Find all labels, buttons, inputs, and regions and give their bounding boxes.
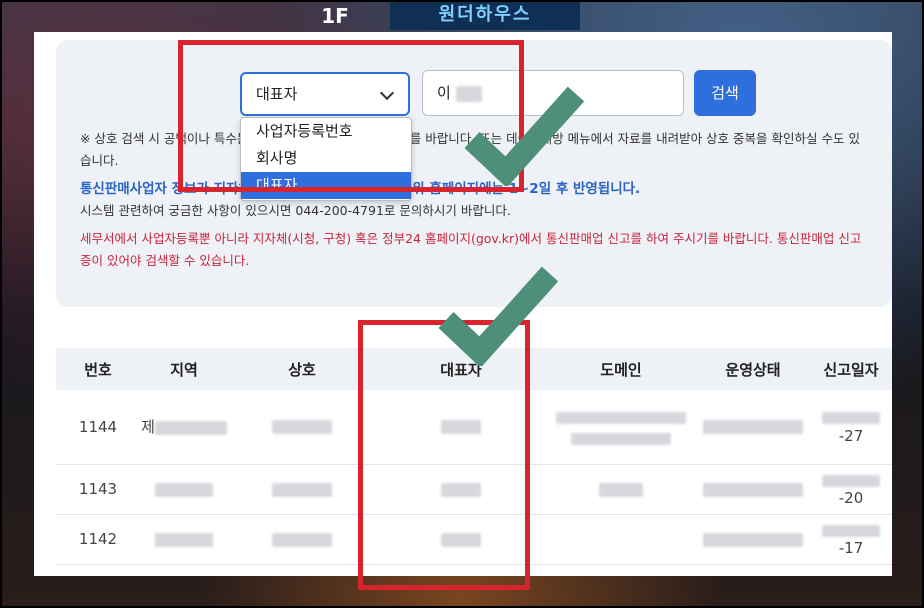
date-suffix: -20 <box>838 489 864 507</box>
header-status: 운영상태 <box>696 348 810 390</box>
redacted-text <box>455 85 482 102</box>
cell-status <box>696 514 810 565</box>
redacted-text <box>571 433 671 445</box>
notice-update-delay: 통신판매사업자 정보가 지자체에 신고·변경·등록하면, 공정위 홈페이지에는 … <box>80 181 641 197</box>
header-region: 지역 <box>140 348 228 390</box>
cell-domain <box>546 514 696 565</box>
browser-screenshot: 대표자 사업자등록번호 회사명 대표자 이 검색 ※ 상호 검색 시 공백이나 … <box>34 32 892 576</box>
redacted-text <box>441 420 481 435</box>
cell-status <box>696 464 810 515</box>
cell-domain <box>546 464 696 515</box>
header-company: 상호 <box>228 348 376 390</box>
cell-representative <box>376 464 546 515</box>
redacted-text <box>155 532 213 547</box>
redacted-text <box>154 420 227 435</box>
cell-date: -20 <box>810 464 892 515</box>
search-type-dropdown: 사업자등록번호 회사명 대표자 <box>240 117 412 201</box>
cell-date: -27 <box>810 390 892 465</box>
cell-number: 1144 <box>56 390 140 465</box>
region-prefix: 제 <box>141 418 155 437</box>
redacted-text <box>441 482 481 497</box>
redacted-text <box>703 482 803 497</box>
cell-company <box>228 390 376 465</box>
chevron-down-icon <box>379 85 395 101</box>
background-sign-floor: 1F <box>321 4 349 28</box>
cell-region: 제 <box>140 390 228 465</box>
results-table: 번호 지역 상호 대표자 도메인 운영상태 신고일자 1144 제 -27 11… <box>56 348 892 565</box>
redacted-text <box>822 412 880 425</box>
cell-number: 1143 <box>56 464 140 515</box>
cell-region <box>140 464 228 515</box>
cell-representative <box>376 390 546 465</box>
header-number: 번호 <box>56 348 140 390</box>
cell-domain <box>546 390 696 465</box>
search-input-value: 이 <box>437 84 451 102</box>
redacted-text <box>556 412 686 424</box>
cell-number: 1142 <box>56 514 140 565</box>
dropdown-option-representative[interactable]: 대표자 <box>241 172 411 199</box>
cell-company <box>228 464 376 515</box>
table-row[interactable]: 1142 -17 <box>56 514 892 565</box>
cell-representative <box>376 514 546 565</box>
redacted-text <box>822 474 880 487</box>
redacted-text <box>272 482 332 497</box>
header-date: 신고일자 <box>810 348 892 390</box>
redacted-text <box>703 420 803 435</box>
dropdown-option-business-number[interactable]: 사업자등록번호 <box>241 118 411 145</box>
redacted-text <box>441 532 481 547</box>
dropdown-option-company-name[interactable]: 회사명 <box>241 145 411 172</box>
table-header-row: 번호 지역 상호 대표자 도메인 운영상태 신고일자 <box>56 348 892 390</box>
redacted-text <box>599 482 643 497</box>
search-panel: 대표자 사업자등록번호 회사명 대표자 이 검색 ※ 상호 검색 시 공백이나 … <box>56 40 892 307</box>
table-row[interactable]: 1143 -20 <box>56 464 892 515</box>
redacted-text <box>703 532 803 547</box>
redacted-text <box>272 420 332 435</box>
search-button[interactable]: 검색 <box>694 70 756 116</box>
notice-text: ※ 상호 검색 시 공백이나 특수문자를 제외하고 입력하여 주시기를 바랍니다… <box>80 128 870 278</box>
notice-search-tip: ※ 상호 검색 시 공백이나 특수문자를 제외하고 입력하여 주시기를 바랍니다… <box>80 131 860 168</box>
header-domain: 도메인 <box>546 348 696 390</box>
redacted-text <box>155 482 213 497</box>
notice-contact: 시스템 관련하여 궁금한 사항이 있으시면 044-200-4791로 문의하시… <box>80 203 511 218</box>
search-input[interactable]: 이 <box>422 70 684 116</box>
table-row[interactable]: 1144 제 -27 <box>56 390 892 465</box>
header-representative: 대표자 <box>376 348 546 390</box>
redacted-text <box>822 524 880 537</box>
search-type-value: 대표자 <box>256 85 298 103</box>
redacted-text <box>272 532 332 547</box>
date-suffix: -17 <box>838 539 864 557</box>
cell-region <box>140 514 228 565</box>
search-type-select[interactable]: 대표자 <box>240 72 410 116</box>
background-sign: 원더하우스 <box>390 0 580 30</box>
date-suffix: -27 <box>838 426 864 445</box>
cell-company <box>228 514 376 565</box>
cell-status <box>696 390 810 465</box>
notice-registration: 세무서에서 사업자등록뿐 아니라 지자체(시청, 구청) 혹은 정부24 홈페이… <box>80 231 862 268</box>
cell-date: -17 <box>810 514 892 565</box>
